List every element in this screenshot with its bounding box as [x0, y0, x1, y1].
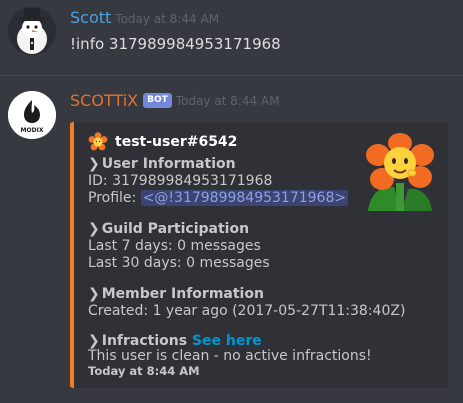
message-timestamp: Today at 8:44 AM: [175, 93, 280, 108]
embed-author: test-user#6542: [88, 132, 237, 152]
user-id-line: ID: 317989984953171968: [88, 173, 273, 189]
see-here-link[interactable]: See here: [192, 333, 262, 349]
field-title-infractions: ❯ Infractions See here: [88, 333, 262, 349]
last-7-days-line: Last 7 days: 0 messages: [88, 238, 261, 254]
chevron-right-icon: ❯: [88, 286, 100, 302]
field-title-user-information: ❯ User Information: [88, 156, 236, 172]
message-timestamp: Today at 8:44 AM: [115, 12, 220, 26]
bot-logo-icon[interactable]: MODIX: [8, 91, 56, 139]
snowman-avatar-icon[interactable]: [8, 7, 56, 55]
flower-icon: [88, 132, 108, 151]
profile-line: Profile: <@!317989984953171968>: [88, 190, 349, 206]
message-header: SCOTTiX BOT Today at 8:44 AM: [70, 91, 279, 110]
info-embed: test-user#6542 ❯ User Information ID: 317…: [70, 122, 448, 388]
flower-thumbnail-icon: [366, 133, 434, 211]
chevron-right-icon: ❯: [88, 221, 100, 237]
bot-logo-label: MODIX: [21, 127, 44, 134]
created-line: Created: 1 year ago (2017-05-27T11:38:40…: [88, 303, 406, 319]
field-title-guild-participation: ❯ Guild Participation: [88, 221, 250, 237]
infractions-status-line: This user is clean - no active infractio…: [88, 348, 372, 364]
message-content: !info 317989984953171968: [70, 35, 281, 53]
bot-badge: BOT: [143, 93, 172, 108]
chevron-right-icon: ❯: [88, 156, 100, 172]
chevron-right-icon: ❯: [88, 333, 100, 349]
field-title-member-information: ❯ Member Information: [88, 286, 264, 302]
last-30-days-line: Last 30 days: 0 messages: [88, 255, 270, 271]
message-author-scott[interactable]: Scott Today at 8:44 AM: [70, 8, 219, 27]
profile-mention[interactable]: <@!317989984953171968>: [140, 190, 349, 206]
message-divider: [0, 75, 463, 76]
embed-footer-timestamp: Today at 8:44 AM: [88, 364, 200, 378]
embed-author-name[interactable]: test-user#6542: [115, 134, 237, 150]
message-author-scottix[interactable]: SCOTTiX: [70, 91, 138, 110]
